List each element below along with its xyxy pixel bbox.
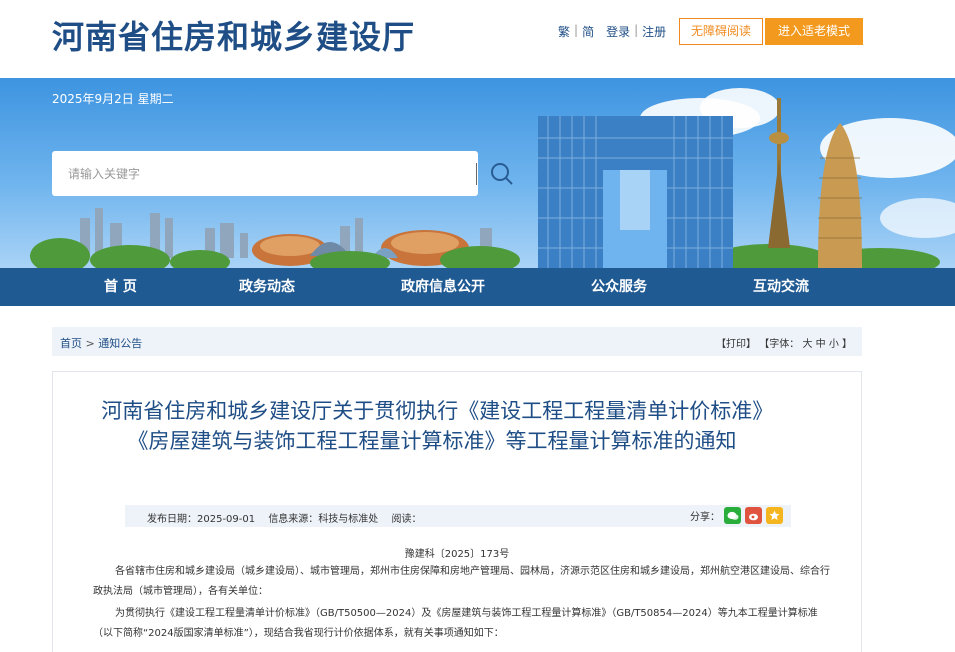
breadcrumb-bar: 首页 > 通知公告 【打印】 【字体： 大 中 小 】 [52,327,862,356]
nav-item-public-service[interactable]: 公众服务 [591,268,647,306]
login-link[interactable]: 登录 [606,23,630,40]
weibo-share-icon[interactable] [745,507,762,524]
page-tools: 【打印】 【字体： 大 中 小 】 [716,335,852,350]
info-source: 信息来源：科技与标准处 [268,514,379,525]
font-size-close: 】 [842,339,852,350]
article-title: 河南省住房和城乡建设厅关于贯彻执行《建设工程工程量清单计价标准》《房屋建筑与装饰… [101,399,763,453]
breadcrumb-home[interactable]: 首页 [60,337,82,350]
read-count: 阅读： [391,514,422,525]
publish-date: 发布日期：2025-09-01 [147,514,256,525]
search-divider [476,163,477,185]
separator: | [634,23,639,37]
search-input[interactable] [68,163,408,185]
nav-item-gov-info[interactable]: 政府信息公开 [401,268,485,306]
site-header: 河南省住房和城乡建设厅 繁 | 简 登录 | 注册 无障碍阅读 进入适老模式 [0,0,955,78]
print-button[interactable]: 【打印】 [716,339,756,350]
share-bar: 分享： [690,507,783,524]
font-large-button[interactable]: 大 [802,339,812,350]
font-size-label: 【字体： [759,339,800,350]
favorite-share-icon[interactable] [766,507,783,524]
site-title[interactable]: 河南省住房和城乡建设厅 [52,12,415,58]
elder-mode-button[interactable]: 进入适老模式 [765,18,863,45]
search-button[interactable] [486,159,518,189]
separator: | [574,23,579,37]
article-paragraph: 各省辖市住房和城乡建设局（城乡建设局）、城市管理局，郑州市住房保障和房地产管理局… [93,566,830,597]
search-box [52,151,513,196]
breadcrumb: 首页 > 通知公告 [60,335,142,351]
font-small-button[interactable]: 小 [829,339,839,350]
current-date: 2025年9月2日 星期二 [52,92,174,106]
search-icon [491,163,513,185]
top-links: 繁 | 简 登录 | 注册 [558,23,666,40]
nav-item-news[interactable]: 政务动态 [239,268,295,306]
nav-item-home[interactable]: 首 页 [104,268,137,306]
font-medium-button[interactable]: 中 [816,339,826,350]
breadcrumb-current[interactable]: 通知公告 [98,337,142,350]
nav-item-interaction[interactable]: 互动交流 [753,268,809,306]
simplified-chinese-link[interactable]: 简 [582,23,594,40]
traditional-chinese-link[interactable]: 繁 [558,23,570,40]
document-number: 豫建科〔2025〕173号 [404,549,510,560]
article-meta: 发布日期：2025-09-01 信息来源：科技与标准处 阅读： 分享： [125,505,791,527]
main-nav: 首 页 政务动态 政府信息公开 公众服务 互动交流 [0,268,955,306]
wechat-share-icon[interactable] [724,507,741,524]
breadcrumb-separator: > [85,337,95,350]
share-label: 分享： [690,512,720,523]
article: 河南省住房和城乡建设厅关于贯彻执行《建设工程工程量清单计价标准》《房屋建筑与装饰… [52,371,862,652]
banner: 2025年9月2日 星期二 [0,78,955,268]
accessible-reading-button[interactable]: 无障碍阅读 [679,18,763,45]
article-paragraph: 为贯彻执行《建设工程工程量清单计价标准》（GB/T50500—2024）及《房屋… [93,608,818,639]
register-link[interactable]: 注册 [642,23,666,40]
